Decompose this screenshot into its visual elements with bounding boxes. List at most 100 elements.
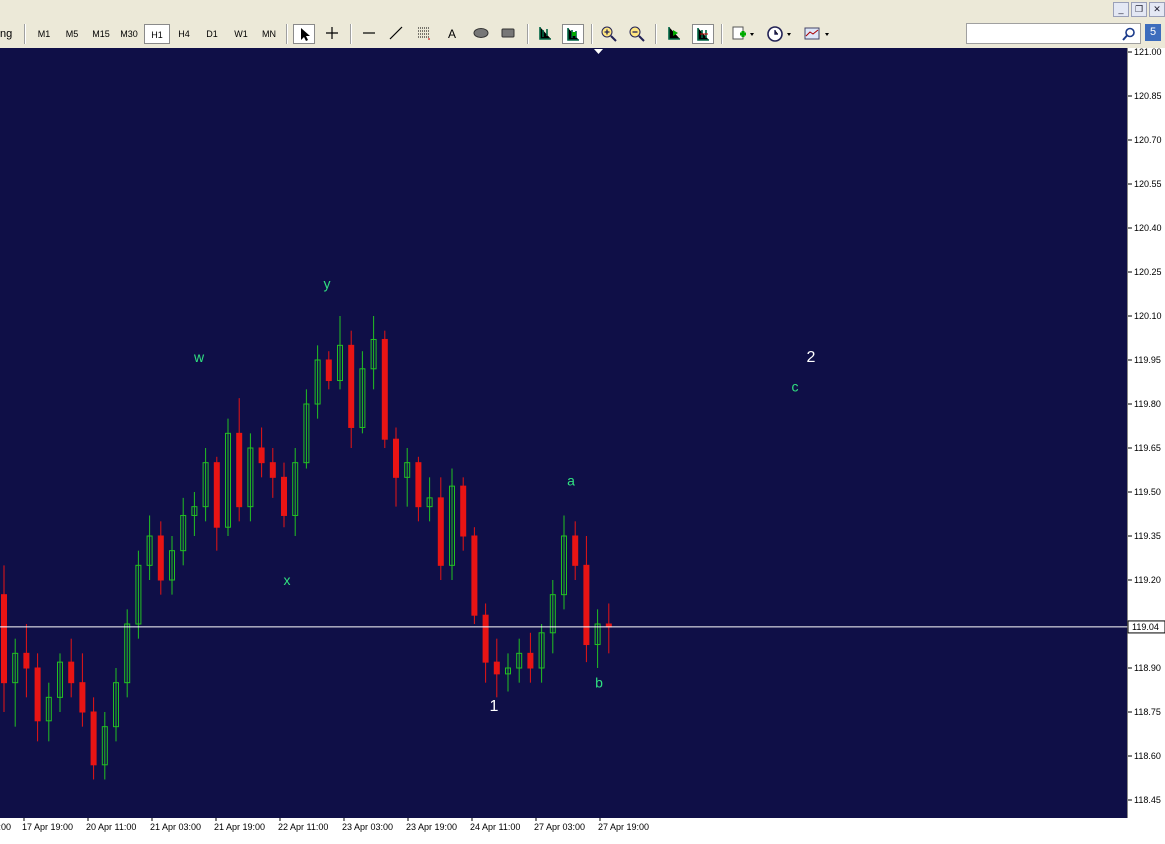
candle-body xyxy=(281,476,287,516)
y-axis-tick-label: 119.65 xyxy=(1134,443,1161,453)
x-axis-tick-label: 21 Apr 03:00 xyxy=(150,822,201,832)
templates-icon[interactable] xyxy=(801,24,831,44)
timeframe-mn-button[interactable]: MN xyxy=(256,24,282,44)
candle-body xyxy=(213,462,220,528)
close-button[interactable]: ✕ xyxy=(1149,2,1165,17)
candle-body xyxy=(471,535,478,616)
candle-body xyxy=(258,447,265,464)
wave-label-a: a xyxy=(567,472,575,488)
y-axis-tick-label: 118.75 xyxy=(1134,707,1161,717)
x-axis-tick-label: 22 Apr 11:00 xyxy=(278,822,328,832)
x-axis-tick-label: 27 Apr 19:00 xyxy=(598,822,649,832)
clock-icon[interactable] xyxy=(764,24,794,44)
toolbar-separator xyxy=(286,24,288,44)
timeframe-h4-button[interactable]: H4 xyxy=(172,24,196,44)
autoscroll-icon[interactable] xyxy=(562,24,584,44)
x-axis-tick-label: 23 Apr 19:00 xyxy=(406,822,457,832)
timeframe-d1-button[interactable]: D1 xyxy=(200,24,224,44)
toolbar-partial-label: ng xyxy=(0,28,13,40)
search-input[interactable] xyxy=(966,23,1141,44)
toolbar-separator xyxy=(350,24,352,44)
cursor-icon[interactable] xyxy=(293,24,315,44)
y-axis-tick-label: 120.85 xyxy=(1134,91,1162,101)
candle-body xyxy=(460,485,467,537)
x-axis-tick-label: 20 Apr 11:00 xyxy=(86,822,136,832)
candle-body xyxy=(572,535,579,566)
chart-shift-icon[interactable] xyxy=(535,24,557,44)
fibonacci-icon[interactable] xyxy=(414,24,436,44)
horizontal-line-icon[interactable] xyxy=(359,24,381,44)
y-axis-tick-label: 120.55 xyxy=(1134,179,1162,189)
toolbar-separator xyxy=(591,24,593,44)
wave-label-c: c xyxy=(792,378,799,394)
candle-body xyxy=(381,338,388,440)
candle-body xyxy=(269,462,276,478)
candle-body xyxy=(393,438,399,478)
timeframe-m5-button[interactable]: M5 xyxy=(60,24,84,44)
timeframe-w1-button[interactable]: W1 xyxy=(229,24,253,44)
rectangle-icon[interactable] xyxy=(498,24,520,44)
x-axis-tick-label: 17 Apr 19:00 xyxy=(22,822,73,832)
wave-label-w: w xyxy=(193,349,205,365)
candle-body xyxy=(79,682,86,713)
toolbar-separator xyxy=(527,24,529,44)
ellipse-icon[interactable] xyxy=(470,24,492,44)
y-axis-tick-label: 118.60 xyxy=(1134,751,1161,761)
step-icon[interactable] xyxy=(692,24,714,44)
candle-body xyxy=(583,564,590,646)
y-axis-tick-label: 118.90 xyxy=(1134,663,1161,673)
candle-body xyxy=(90,711,97,766)
y-axis-tick-label: 120.10 xyxy=(1134,311,1162,321)
chart-toolbar: _ ❐ ✕ ng M1 M5 M15 M30 H1 H4 D1 W1 MN A xyxy=(0,0,1165,49)
y-axis-tick-label: 119.50 xyxy=(1134,487,1161,497)
wave-label-x: x xyxy=(284,572,291,588)
y-axis-tick-label: 119.80 xyxy=(1134,399,1161,409)
timeframe-h1-button[interactable]: H1 xyxy=(144,24,170,44)
toolbar-separator xyxy=(721,24,723,44)
x-axis-tick-label: 21 Apr 19:00 xyxy=(214,822,265,832)
timeframe-m1-button[interactable]: M1 xyxy=(32,24,56,44)
notification-badge[interactable]: 5 xyxy=(1145,24,1161,41)
chart-background xyxy=(0,48,1128,818)
wave-label-2: 2 xyxy=(807,349,816,366)
restore-button[interactable]: ❐ xyxy=(1131,2,1147,17)
new-order-icon[interactable] xyxy=(729,24,757,44)
y-axis-tick-label: 119.35 xyxy=(1134,531,1161,541)
candle-body xyxy=(1,594,7,684)
timeframe-m30-button[interactable]: M30 xyxy=(116,24,142,44)
crosshair-icon[interactable] xyxy=(322,24,344,44)
candle-body xyxy=(34,667,41,722)
candle-body xyxy=(437,497,444,566)
candle-body xyxy=(23,652,30,669)
candle-body xyxy=(236,432,243,508)
toolbar-separator xyxy=(655,24,657,44)
y-axis-tick-label: 120.70 xyxy=(1134,135,1162,145)
price-chart[interactable]: 121.00 120.85 120.70 120.55 120.40 120.25 120.… xyxy=(0,48,1165,818)
candle-body xyxy=(68,661,75,684)
y-axis-tick-label: 120.40 xyxy=(1134,223,1162,233)
trendline-icon[interactable] xyxy=(386,24,408,44)
wave-label-1: 1 xyxy=(490,698,499,715)
candle-body xyxy=(527,652,534,669)
zoom-in-icon[interactable] xyxy=(598,24,620,44)
period-separator-icon[interactable] xyxy=(664,24,686,44)
candle-body xyxy=(415,462,422,508)
current-price-tag: 119.04 xyxy=(1127,620,1165,634)
x-axis-tick-label: 27 Apr 03:00 xyxy=(534,822,585,832)
y-axis-tick-label: 121.00 xyxy=(1134,48,1162,57)
zoom-out-icon[interactable] xyxy=(626,24,648,44)
candle-body xyxy=(325,359,332,382)
y-axis-tick-label: 120.25 xyxy=(1134,267,1162,277)
x-axis-tick-label: 23 Apr 03:00 xyxy=(342,822,393,832)
timeframe-m15-button[interactable]: M15 xyxy=(88,24,114,44)
minimize-button[interactable]: _ xyxy=(1113,2,1129,17)
y-axis-tick-label: 118.45 xyxy=(1134,795,1161,805)
price-axis xyxy=(1128,48,1165,818)
search-icon xyxy=(1122,27,1135,41)
svg-text:A: A xyxy=(448,27,456,41)
x-axis-tick-label: 18 Apr 03:00 xyxy=(0,822,11,832)
candle-body xyxy=(157,535,164,581)
text-label-icon[interactable]: A xyxy=(442,24,464,44)
time-axis: 18 Apr 03:00 17 Apr 19:00 20 Apr 11:00 21 A… xyxy=(0,818,1165,839)
candle-body xyxy=(348,344,355,428)
